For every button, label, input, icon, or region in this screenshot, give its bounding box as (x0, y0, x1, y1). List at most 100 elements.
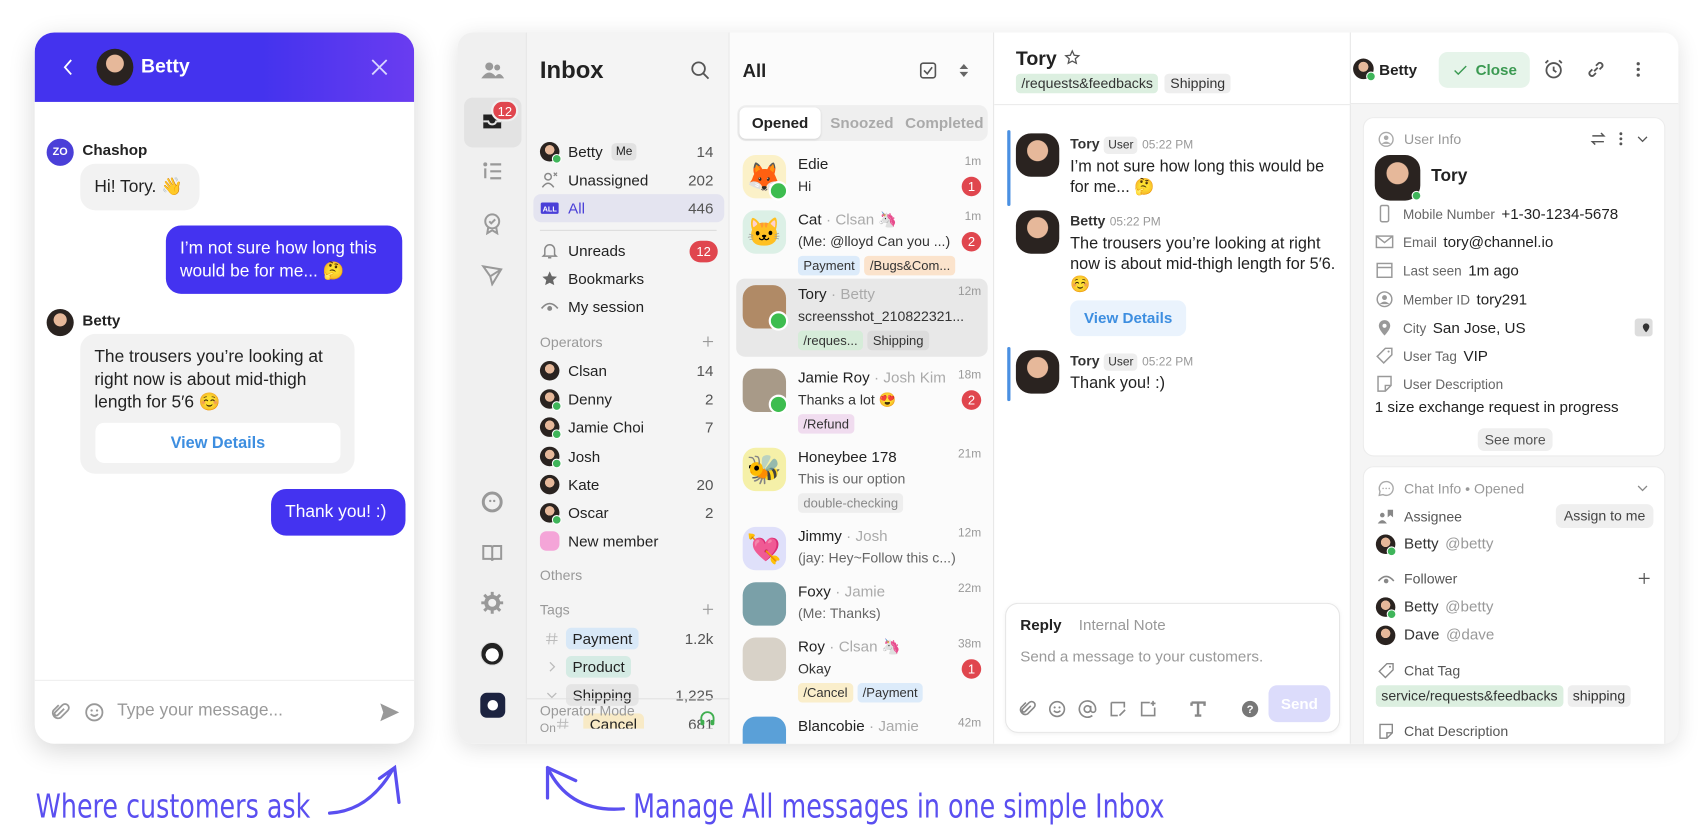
online-dot (551, 401, 562, 412)
help-icon[interactable]: ? (1240, 699, 1260, 719)
tab-completed[interactable]: Completed (903, 107, 985, 138)
attachment-icon[interactable] (1017, 699, 1037, 719)
view-details-button[interactable]: View Details (1070, 300, 1187, 337)
emoji-icon[interactable] (83, 701, 105, 723)
swap-icon[interactable] (1589, 130, 1606, 147)
chevron-down-icon[interactable] (544, 688, 559, 703)
add-follower-icon[interactable] (1636, 570, 1652, 586)
chevron-right-icon[interactable] (544, 659, 559, 674)
add-document-icon[interactable] (1138, 699, 1158, 719)
conversation-item[interactable]: 🦊 Edie 1m Hi 1 (736, 153, 988, 207)
book-icon[interactable] (480, 541, 504, 565)
send-button[interactable]: Send (1268, 685, 1331, 723)
emoji-icon[interactable] (1047, 699, 1067, 719)
person-row[interactable]: Betty @betty (1404, 535, 1493, 552)
sidebar-operator[interactable]: Oscar 2 (533, 499, 724, 527)
message-input[interactable]: Send a message to your customers. (1020, 647, 1263, 664)
view-details-button[interactable]: View Details (95, 422, 341, 463)
assignee-name[interactable]: Betty (1379, 61, 1417, 78)
operator-name: Clsan (568, 362, 607, 380)
hash-icon (544, 631, 559, 646)
conversation-item[interactable]: Tory · Betty 12m screensshot_210822321... /re… (736, 278, 988, 357)
sidebar-tag[interactable]: Payment 1.2k (533, 624, 724, 652)
headset-icon[interactable] (698, 709, 716, 727)
sort-icon[interactable] (955, 61, 972, 81)
sidebar-operator[interactable]: New member (533, 527, 724, 555)
chat-tag[interactable]: /requests&feedbacks (1015, 73, 1159, 94)
people-icon[interactable] (480, 59, 505, 83)
sidebar-operator[interactable]: Denny 2 (533, 385, 724, 413)
list-icon[interactable] (480, 159, 504, 183)
alarm-icon[interactable] (1543, 59, 1565, 81)
field-value[interactable]: +1-30-1234-5678 (1501, 205, 1618, 222)
tag-chip: Payment (565, 627, 639, 650)
assign-to-me-button[interactable]: Assign to me (1555, 504, 1654, 529)
field-value[interactable]: San Jose, US (1433, 319, 1526, 336)
close-icon[interactable] (369, 56, 391, 78)
conversation-item[interactable]: 🐱 Cat · Clsan 🦄 1m (Me: @lloyd Can you ...) 2 P… (736, 208, 988, 276)
sidebar-tag[interactable]: Product (533, 653, 724, 681)
bot-icon[interactable] (480, 490, 504, 514)
send-icon[interactable] (377, 700, 401, 724)
template-icon[interactable] (1108, 699, 1128, 719)
conversation-item[interactable]: 🐝 Honeybee 178 21m This is our option double… (736, 446, 988, 513)
sidebar-item-my-session[interactable]: My session (533, 293, 724, 321)
customer-name: Jimmy (797, 526, 842, 545)
see-more-button[interactable]: See more (1477, 428, 1553, 452)
sidebar-item-betty[interactable]: Betty Me 14 (533, 138, 724, 166)
tag-chip[interactable]: service/requests&feedbacks (1375, 685, 1563, 707)
person-row[interactable]: Dave @dave (1404, 626, 1494, 643)
star-icon[interactable] (1064, 49, 1081, 66)
tab-opened[interactable]: Opened (739, 107, 821, 139)
conversation-item[interactable]: 💘 Jimmy · Josh 12m (jay: Hey~Follow this c...… (736, 525, 988, 579)
attachment-icon[interactable] (49, 701, 71, 723)
gear-icon[interactable] (480, 591, 504, 615)
chat-tag[interactable]: Shipping (1164, 73, 1231, 94)
conversation-item[interactable]: Blancobie · Jamie 42m (736, 714, 988, 744)
link-icon[interactable] (1585, 59, 1607, 81)
search-icon[interactable] (690, 60, 712, 82)
sidebar-item-all[interactable]: ALL All 446 (533, 194, 725, 223)
others-heading[interactable]: Others (540, 567, 582, 583)
sidebar-operator[interactable]: Jamie Choi 7 (533, 414, 724, 442)
reply-tab[interactable]: Reply (1020, 616, 1061, 633)
field-value[interactable]: tory291 (1476, 290, 1527, 307)
close-chat-button[interactable]: Close (1438, 52, 1530, 88)
text-format-icon[interactable] (1188, 699, 1208, 719)
map-icon[interactable] (1634, 318, 1654, 338)
sidebar-item-bookmarks[interactable]: Bookmarks (533, 265, 724, 293)
back-chevron-icon[interactable] (59, 56, 81, 78)
online-dot (1411, 190, 1422, 201)
app-logo[interactable] (480, 692, 506, 718)
sidebar-operator[interactable]: Clsan 14 (533, 357, 724, 385)
tab-snoozed[interactable]: Snoozed (821, 107, 903, 138)
collapse-icon[interactable] (1635, 480, 1650, 495)
message-input[interactable]: Type your message... (117, 701, 356, 721)
star-icon (540, 269, 560, 289)
internal-note-tab[interactable]: Internal Note (1079, 616, 1166, 633)
tag-chip[interactable]: shipping (1567, 685, 1631, 707)
collapse-icon[interactable] (1635, 131, 1650, 146)
more-icon[interactable] (1628, 59, 1648, 81)
sidebar-operator[interactable]: Kate 20 (533, 470, 724, 498)
conversation-item[interactable]: Foxy · Jamie 22m (Me: Thanks) (736, 580, 988, 634)
conversation-item[interactable]: Jamie Roy · Josh Kim 18m Thanks a lot 😍 2/Ref… (736, 366, 988, 434)
field-value[interactable]: tory@channel.io (1443, 233, 1553, 250)
badge-icon[interactable] (480, 211, 504, 236)
add-tag-icon[interactable] (700, 602, 715, 617)
online-dot (551, 153, 562, 164)
field-value[interactable]: 1m ago (1468, 262, 1519, 279)
user-avatar[interactable] (480, 641, 505, 666)
person-row[interactable]: Betty @betty (1404, 597, 1493, 614)
sidebar-operator[interactable]: Josh (533, 442, 724, 470)
select-checkbox-icon[interactable] (918, 61, 938, 81)
send-icon[interactable] (480, 262, 504, 287)
more-icon[interactable] (1612, 130, 1629, 147)
field-value[interactable]: VIP (1463, 347, 1487, 364)
mention-icon[interactable] (1078, 699, 1098, 719)
sidebar-item-unassigned[interactable]: Unassigned 202 (533, 166, 724, 194)
sidebar-item-unreads[interactable]: Unreads 12 (533, 236, 724, 264)
conversation-item[interactable]: Roy · Clsan 🦄 38m Okay 1/Cancel/Payment (736, 635, 988, 703)
person-name: Dave (1404, 625, 1440, 643)
add-operator-icon[interactable] (700, 334, 715, 349)
